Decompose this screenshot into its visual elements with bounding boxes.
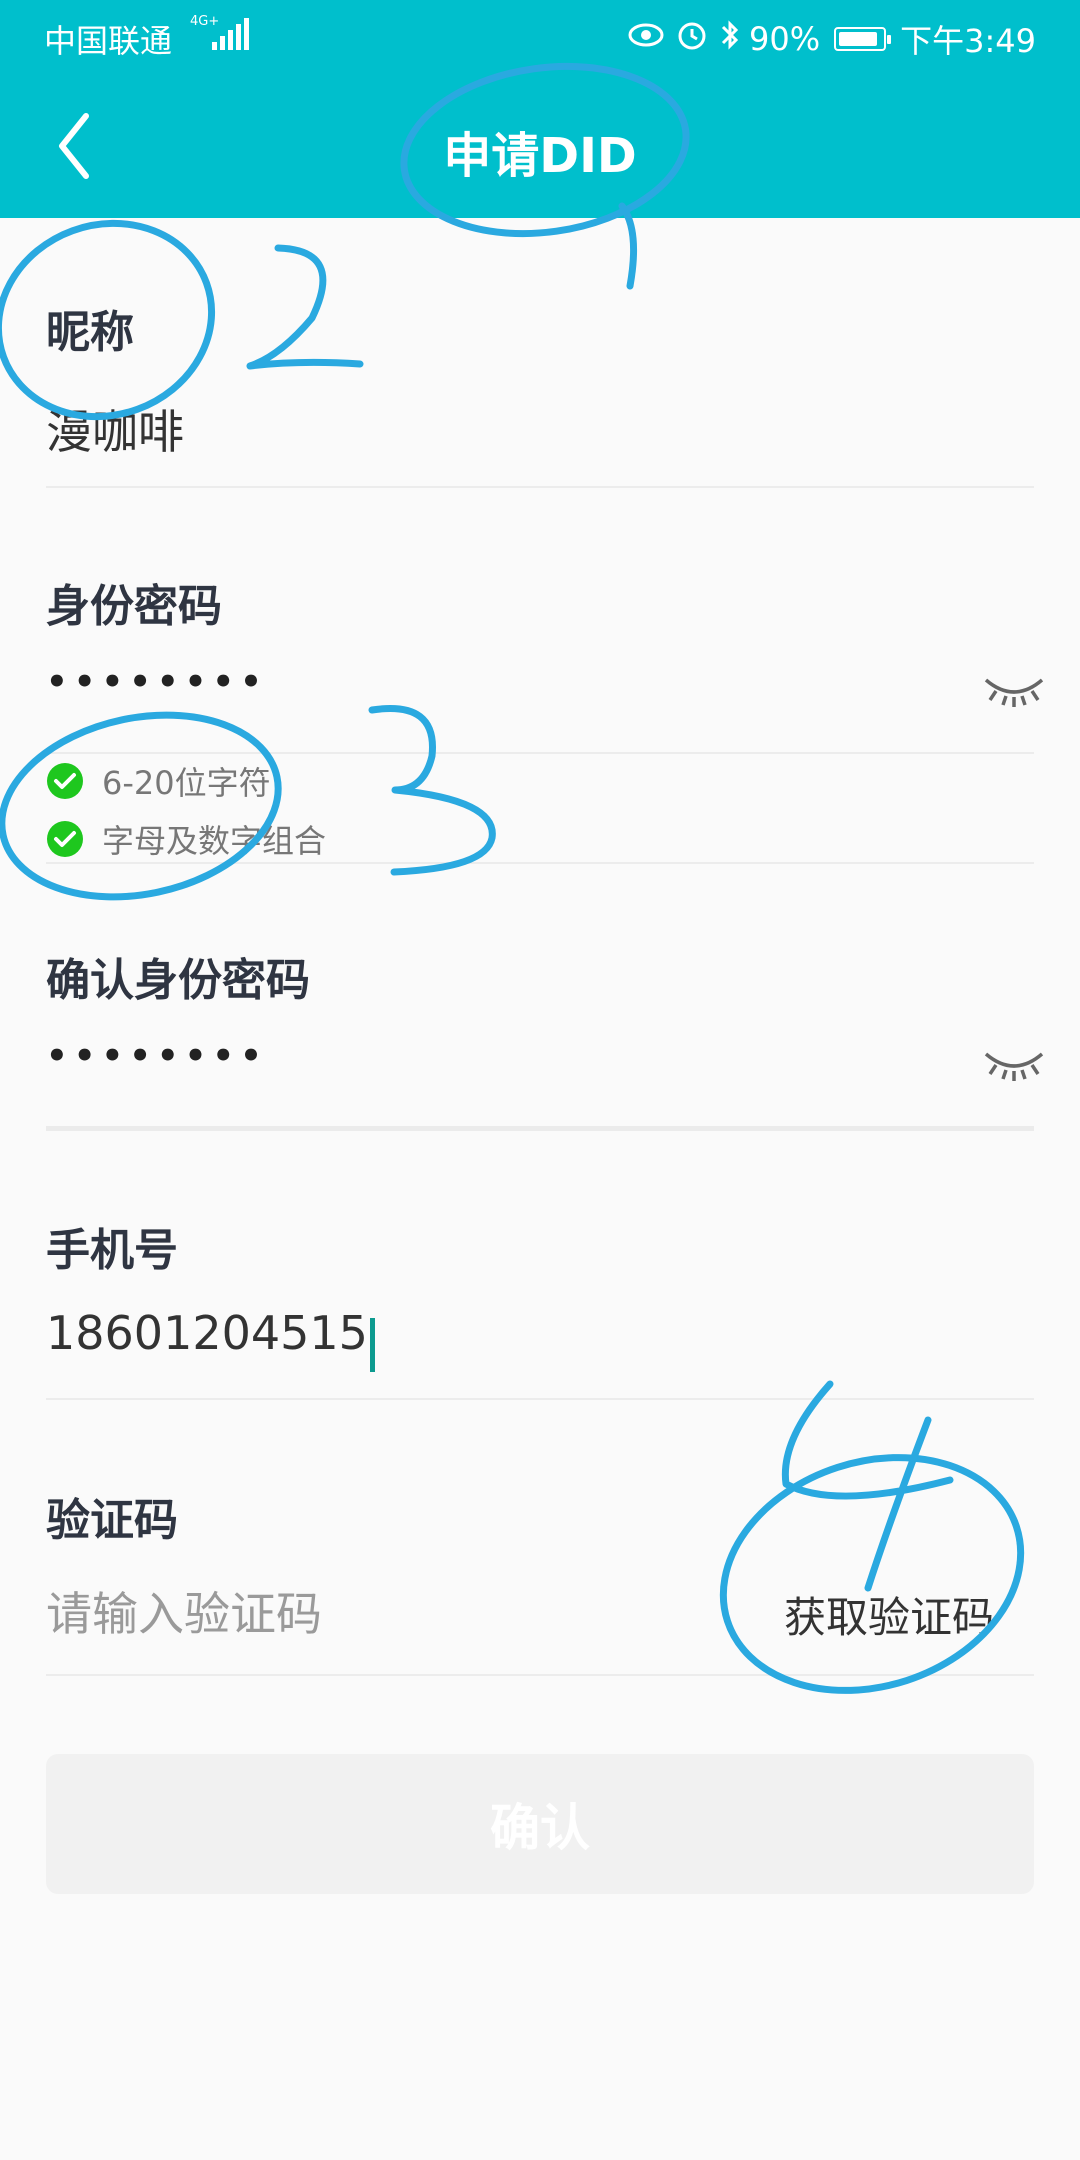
eye-comfort-icon — [627, 20, 665, 58]
clock: 下午3:49 — [900, 22, 1036, 60]
signal-icon — [212, 18, 252, 50]
app-header: 中国联通 4G+ 90% 下午3:49 申请DID — [0, 0, 1080, 218]
rule-text: 6-20位字符 — [102, 764, 271, 802]
confirm-password-label: 确认身份密码 — [46, 955, 310, 1006]
toggle-confirm-password-visibility-icon[interactable] — [982, 1044, 1046, 1084]
code-field[interactable]: 请输入验证码 — [46, 1578, 686, 1644]
phone-label: 手机号 — [46, 1225, 178, 1276]
toggle-password-visibility-icon[interactable] — [982, 670, 1046, 710]
status-icons: 90% 下午3:49 — [617, 16, 1036, 62]
annotation-circle-rules — [0, 711, 282, 901]
nickname-label: 昵称 — [46, 307, 134, 358]
annotation-mark-3 — [368, 705, 496, 876]
divider — [46, 752, 1034, 754]
navigation-bar: 申请DID — [0, 74, 1080, 218]
confirm-password-masked-value: •••••••• — [46, 1036, 268, 1076]
get-code-button[interactable]: 获取验证码 — [784, 1584, 994, 1645]
bluetooth-icon — [719, 18, 741, 60]
annotation-circle-get-code — [719, 1454, 1025, 1694]
nickname-field[interactable]: 漫咖啡 — [46, 396, 1034, 462]
phone-field[interactable]: 18601204515 — [46, 1306, 1034, 1372]
annotation-mark-1 — [618, 202, 638, 290]
alarm-icon — [675, 18, 709, 60]
password-field[interactable]: •••••••• — [46, 662, 1034, 718]
rule-text: 字母及数字组合 — [102, 822, 327, 860]
password-label: 身份密码 — [46, 581, 222, 632]
page-title: 申请DID — [443, 128, 637, 184]
password-rule-length: 6-20位字符 — [46, 758, 271, 804]
divider — [46, 862, 1034, 864]
check-circle-icon — [47, 763, 83, 799]
confirm-button[interactable]: 确认 — [46, 1754, 1034, 1894]
divider — [46, 1126, 1034, 1131]
carrier-name: 中国联通 — [44, 22, 173, 60]
divider — [46, 486, 1034, 488]
confirm-password-field[interactable]: •••••••• — [46, 1036, 1034, 1092]
code-label: 验证码 — [46, 1495, 178, 1546]
battery-icon — [834, 27, 892, 51]
phone-value: 18601204515 — [46, 1306, 368, 1360]
check-circle-icon — [47, 821, 83, 857]
battery-percent: 90% — [749, 20, 821, 58]
divider — [46, 1398, 1034, 1400]
code-placeholder: 请输入验证码 — [46, 1587, 322, 1641]
divider — [46, 1674, 1034, 1676]
text-cursor — [369, 1317, 375, 1372]
password-rule-composition: 字母及数字组合 — [46, 816, 326, 862]
password-masked-value: •••••••• — [46, 662, 268, 702]
status-bar: 中国联通 4G+ 90% 下午3:49 — [0, 0, 1080, 74]
